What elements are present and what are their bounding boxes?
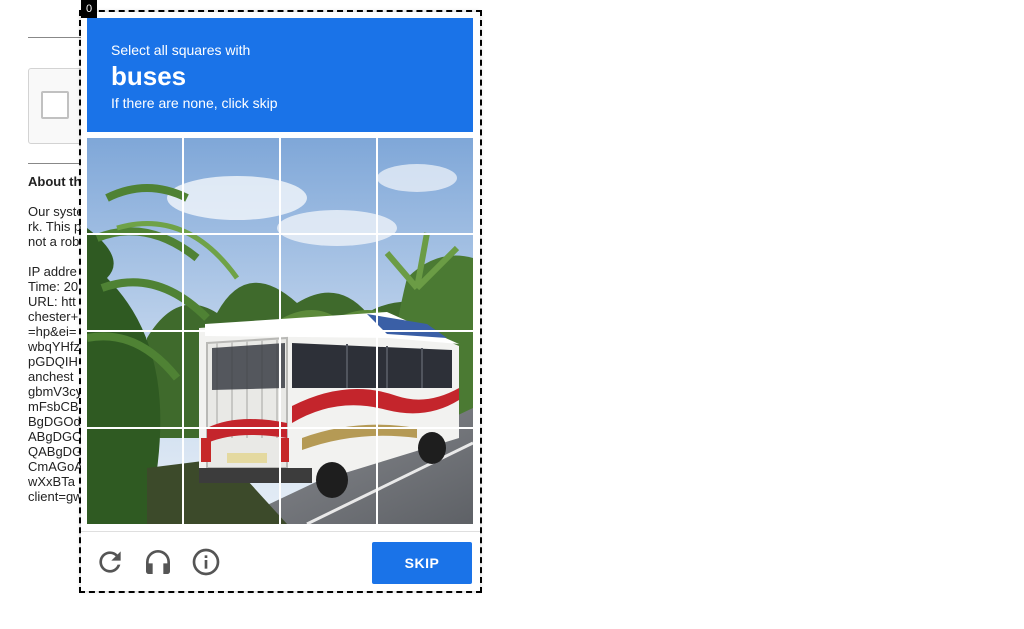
grid-tile-1[interactable] bbox=[87, 138, 182, 233]
info-button[interactable] bbox=[190, 546, 222, 578]
skip-button[interactable]: SKIP bbox=[372, 542, 472, 584]
grid-tile-16[interactable] bbox=[378, 429, 473, 524]
about-heading: About th bbox=[28, 174, 82, 189]
grid-tile-6[interactable] bbox=[184, 235, 279, 330]
grid-tile-5[interactable] bbox=[87, 235, 182, 330]
grid-tile-3[interactable] bbox=[281, 138, 376, 233]
challenge-target: buses bbox=[111, 61, 187, 91]
grid-tile-2[interactable] bbox=[184, 138, 279, 233]
grid-tile-4[interactable] bbox=[378, 138, 473, 233]
grid-tile-15[interactable] bbox=[281, 429, 376, 524]
reload-icon bbox=[99, 551, 121, 573]
audio-challenge-button[interactable] bbox=[142, 546, 174, 578]
grid-tile-9[interactable] bbox=[87, 332, 182, 427]
image-grid bbox=[87, 138, 473, 524]
captcha-challenge: Select all squares with buses If there a… bbox=[81, 12, 480, 591]
challenge-footer: SKIP bbox=[81, 531, 480, 591]
reload-button[interactable] bbox=[94, 546, 126, 578]
recaptcha-checkbox[interactable] bbox=[41, 91, 69, 119]
grid-tile-14[interactable] bbox=[184, 429, 279, 524]
grid-tile-11[interactable] bbox=[281, 332, 376, 427]
challenge-hint: If there are none, click skip bbox=[111, 95, 278, 111]
element-counter-badge: 0 bbox=[81, 0, 97, 18]
grid-tile-8[interactable] bbox=[378, 235, 473, 330]
info-icon bbox=[192, 548, 220, 576]
grid-tile-10[interactable] bbox=[184, 332, 279, 427]
headphones-icon bbox=[146, 550, 170, 574]
grid-tile-7[interactable] bbox=[281, 235, 376, 330]
challenge-instruction: Select all squares with bbox=[111, 42, 251, 58]
grid-tile-13[interactable] bbox=[87, 429, 182, 524]
challenge-header: Select all squares with buses If there a… bbox=[87, 18, 473, 132]
grid-tile-12[interactable] bbox=[378, 332, 473, 427]
